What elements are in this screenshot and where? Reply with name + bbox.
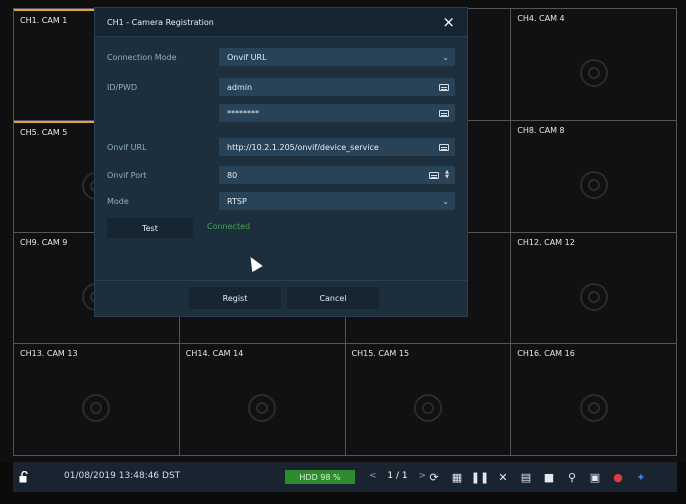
camera-placeholder-icon — [579, 394, 608, 423]
dialog-title: CH1 - Camera Registration — [107, 17, 214, 27]
regist-button[interactable]: Regist — [189, 287, 281, 309]
layout-grid-icon[interactable]: ▦ — [450, 470, 464, 484]
onvif-port-row: Onvif Port 80 ▲ ▼ — [107, 166, 455, 184]
camera-tile-14[interactable]: CH14. CAM 14 — [179, 344, 346, 456]
pause-icon[interactable]: ❚❚ — [471, 470, 489, 484]
id-pwd-label: ID/PWD — [107, 82, 138, 92]
keyboard-icon[interactable] — [439, 83, 449, 91]
refresh-icon[interactable]: ⟳ — [427, 470, 441, 484]
camera-label: CH14. CAM 14 — [185, 349, 244, 359]
camera-tile-12[interactable]: CH12. CAM 12 — [511, 232, 677, 345]
search-icon[interactable]: ⚲ — [565, 470, 579, 484]
next-page-button[interactable]: > — [419, 471, 427, 481]
test-button[interactable]: Test — [107, 218, 193, 238]
camera-tile-13[interactable]: CH13. CAM 13 — [14, 344, 180, 456]
save-icon[interactable]: ■ — [542, 470, 556, 484]
mode-label: Mode — [107, 196, 129, 206]
divider — [95, 280, 467, 281]
id-field[interactable]: admin — [219, 78, 455, 96]
prev-page-button[interactable]: < — [369, 471, 377, 481]
hdd-usage-badge: HDD 98 % — [285, 470, 355, 484]
camera-tile-8[interactable]: CH8. CAM 8 — [511, 120, 677, 233]
camera-placeholder-icon — [579, 170, 608, 199]
camera-placeholder-icon — [579, 59, 608, 88]
keyboard-icon[interactable] — [429, 171, 440, 179]
dialog-header: CH1 - Camera Registration × — [95, 8, 467, 37]
password-value: ******** — [227, 108, 259, 118]
password-field[interactable]: ******** — [219, 104, 455, 122]
pin-icon[interactable]: ✦ — [634, 470, 648, 484]
onvif-port-label: Onvif Port — [107, 170, 147, 180]
camera-tile-16[interactable]: CH16. CAM 16 — [511, 344, 677, 456]
id-row: ID/PWD admin — [107, 78, 455, 96]
camera-label: CH16. CAM 16 — [517, 349, 575, 359]
chevron-down-icon: ⌄ — [442, 196, 449, 206]
cancel-button[interactable]: Cancel — [287, 287, 379, 309]
unlock-icon[interactable] — [19, 471, 29, 483]
snapshot-icon[interactable]: ▣ — [588, 470, 602, 484]
mouse-cursor-icon — [245, 253, 263, 273]
mode-row: Mode RTSP ⌄ — [107, 192, 455, 210]
camera-label: CH4. CAM 4 — [517, 14, 565, 23]
camera-placeholder-icon — [579, 282, 608, 311]
camera-placeholder-icon — [413, 394, 442, 423]
keyboard-icon[interactable] — [439, 143, 449, 151]
camera-tile-4[interactable]: CH4. CAM 4 — [511, 9, 677, 121]
camera-label: CH8. CAM 8 — [517, 125, 565, 135]
onvif-url-label: Onvif URL — [107, 142, 147, 152]
connection-status: Connected — [207, 222, 251, 231]
camera-label: CH12. CAM 12 — [517, 237, 575, 247]
camera-placeholder-icon — [248, 394, 277, 423]
settings-grid-icon[interactable]: ▤ — [519, 470, 533, 484]
chevron-down-icon: ⌄ — [442, 52, 449, 62]
connection-mode-row: Connection Mode Onvif URL ⌄ — [107, 48, 455, 66]
onvif-port-field[interactable]: 80 ▲ ▼ — [219, 166, 455, 184]
close-icon[interactable]: × — [442, 14, 455, 30]
status-bar: 01/08/2019 13:48:46 DST HDD 98 % < 1 / 1… — [0, 462, 686, 504]
mode-value: RTSP — [227, 196, 247, 206]
camera-tile-15[interactable]: CH15. CAM 15 — [345, 344, 512, 456]
connection-mode-label: Connection Mode — [107, 52, 177, 62]
onvif-url-row: Onvif URL http://10.2.1.205/onvif/device… — [107, 138, 455, 156]
mode-select[interactable]: RTSP ⌄ — [219, 192, 455, 210]
camera-label: CH13. CAM 13 — [20, 349, 78, 359]
connection-mode-value: Onvif URL — [227, 52, 267, 62]
camera-registration-dialog: CH1 - Camera Registration × Connection M… — [95, 8, 467, 316]
page-indicator: < 1 / 1 > — [369, 471, 426, 481]
stepper-icon[interactable]: ▲ ▼ — [445, 170, 449, 180]
camera-label: CH15. CAM 15 — [351, 349, 410, 359]
datetime-display: 01/08/2019 13:48:46 DST — [64, 471, 181, 481]
keyboard-icon[interactable] — [439, 109, 449, 117]
page-number: 1 / 1 — [387, 471, 408, 481]
camera-label: CH9. CAM 9 — [20, 237, 68, 247]
pwd-row: ******** — [107, 104, 455, 122]
connection-mode-select[interactable]: Onvif URL ⌄ — [219, 48, 455, 66]
camera-label: CH1. CAM 1 — [20, 16, 68, 25]
camera-placeholder-icon — [82, 394, 111, 423]
onvif-port-value: 80 — [227, 170, 238, 180]
mute-icon[interactable]: ✕ — [496, 470, 510, 484]
record-icon[interactable]: ● — [611, 470, 625, 484]
onvif-url-value: http://10.2.1.205/onvif/device_service — [227, 142, 379, 152]
camera-label: CH5. CAM 5 — [20, 127, 68, 137]
id-value: admin — [227, 82, 253, 92]
onvif-url-field[interactable]: http://10.2.1.205/onvif/device_service — [219, 138, 455, 156]
